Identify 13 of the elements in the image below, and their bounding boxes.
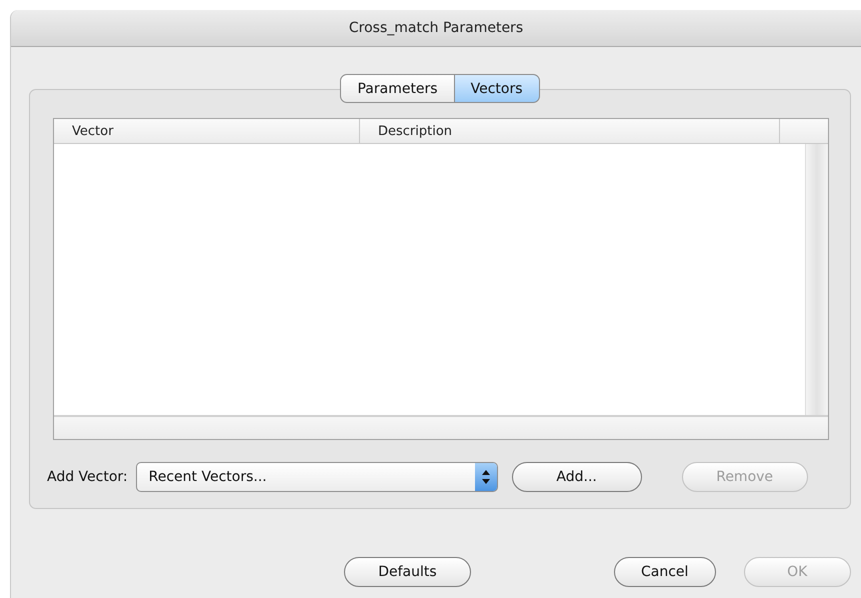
vertical-scrollbar[interactable] — [805, 144, 828, 415]
cancel-button[interactable]: Cancel — [614, 557, 716, 587]
defaults-button[interactable]: Defaults — [344, 557, 471, 587]
stepper-icon — [474, 463, 497, 491]
column-header[interactable]: Description — [360, 119, 780, 143]
tab[interactable]: Vectors — [454, 74, 540, 103]
tab[interactable]: Parameters — [340, 74, 455, 103]
vector-dropdown[interactable]: Recent Vectors... — [136, 462, 498, 492]
column-header[interactable]: Vector — [54, 119, 360, 143]
horizontal-scrollbar[interactable] — [54, 415, 828, 439]
window-title: Cross_match Parameters — [348, 20, 524, 36]
add-button[interactable]: Add... — [512, 462, 642, 492]
add-vector-label: Add Vector: — [47, 469, 128, 485]
